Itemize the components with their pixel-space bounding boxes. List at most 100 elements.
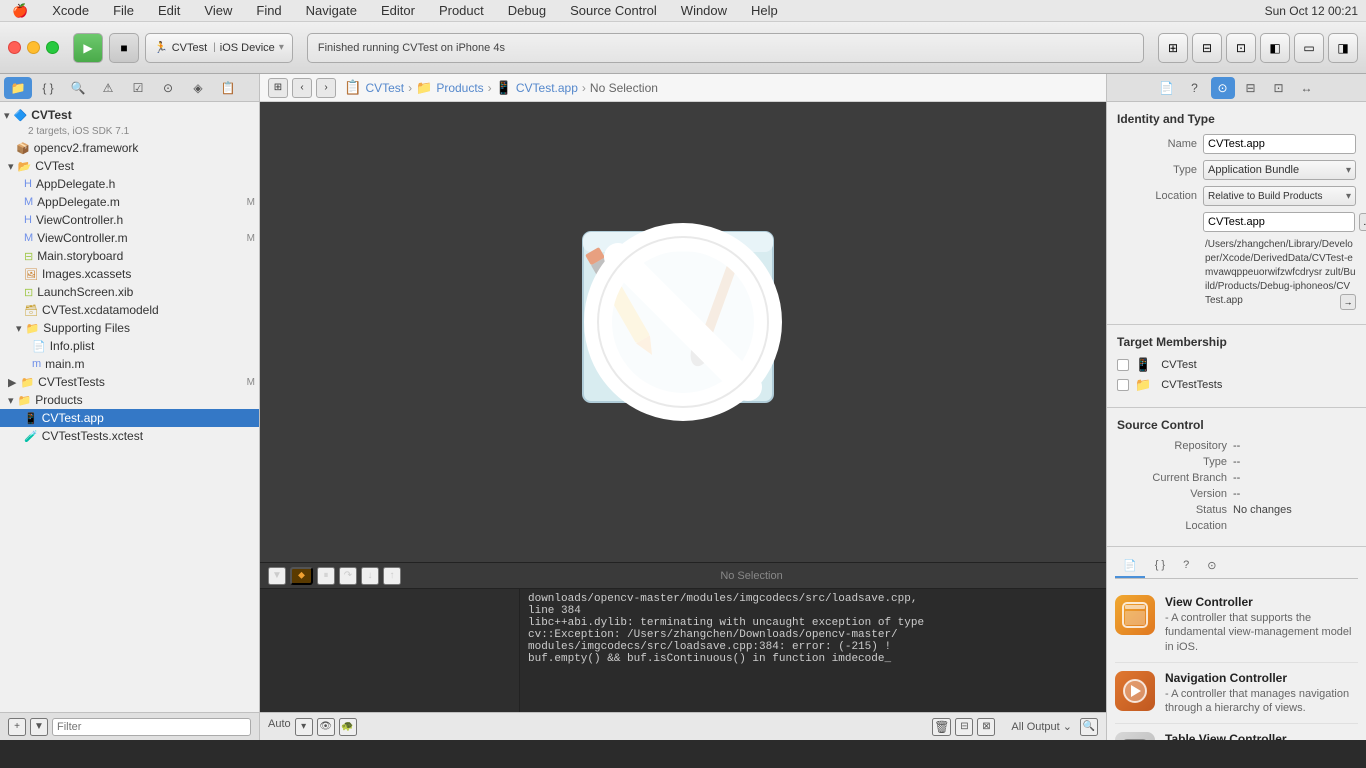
lib-tab-identity[interactable]: ⊙	[1199, 555, 1224, 578]
menu-navigate[interactable]: Navigate	[302, 1, 361, 20]
location-file-input[interactable]	[1203, 212, 1355, 232]
nav-tab-breakpoints[interactable]: ◈	[184, 77, 212, 99]
lib-tab-json[interactable]: { }	[1147, 555, 1173, 578]
type-select[interactable]: Application Bundle ▾	[1203, 160, 1356, 180]
list-item[interactable]: M ViewController.m M	[0, 229, 259, 247]
location-select[interactable]: Relative to Build Products ▾	[1203, 186, 1356, 206]
list-item[interactable]: M AppDelegate.m M	[0, 193, 259, 211]
editor-version-button[interactable]: ⊡	[1226, 33, 1256, 63]
target-cvtesttests-icon: 📁	[1135, 377, 1151, 393]
insp-tab-attributes[interactable]: ⊟	[1239, 77, 1263, 99]
debug-show-hide[interactable]: ▼	[268, 567, 286, 585]
tree-item-products[interactable]: ▾ 📁 Products	[0, 391, 259, 409]
menu-product[interactable]: Product	[435, 1, 488, 20]
nav-tab-tests[interactable]: ☑	[124, 77, 152, 99]
debug-step-out[interactable]: ↑	[383, 567, 401, 585]
project-name: CVTest	[31, 108, 259, 122]
menu-view[interactable]: View	[200, 1, 236, 20]
nav-tab-debug[interactable]: ⊙	[154, 77, 182, 99]
target-membership-section: Target Membership 📱 CVTest 📁 CVTestTests	[1107, 325, 1366, 408]
menu-file[interactable]: File	[109, 1, 138, 20]
close-button[interactable]	[8, 41, 21, 54]
auto-dropdown[interactable]: ▾	[295, 718, 313, 736]
tree-item-xctest[interactable]: 🧪 CVTestTests.xctest	[0, 427, 259, 445]
navigator-toggle[interactable]: ◧	[1260, 33, 1290, 63]
debug-step-into[interactable]: ↓	[361, 567, 379, 585]
lib-tab-file[interactable]: 📄	[1115, 555, 1145, 578]
menu-edit[interactable]: Edit	[154, 1, 184, 20]
menu-help[interactable]: Help	[747, 1, 782, 20]
tree-item-cvtest-group[interactable]: ▾ 📂 CVTest	[0, 157, 259, 175]
maximize-button[interactable]	[46, 41, 59, 54]
debug-pause-btn[interactable]: ⏸	[317, 567, 335, 585]
folder-badge: M	[247, 377, 255, 388]
tree-item-cvtesttests[interactable]: ▶ 📁 CVTestTests M	[0, 373, 259, 391]
list-item[interactable]: H ViewController.h	[0, 211, 259, 229]
lib-tab-help[interactable]: ?	[1175, 555, 1197, 578]
minimize-button[interactable]	[27, 41, 40, 54]
menu-window[interactable]: Window	[677, 1, 731, 20]
back-button[interactable]: ‹	[292, 78, 312, 98]
breadcrumb-item-2[interactable]: Products	[436, 81, 483, 95]
target-cvtesttests-checkbox[interactable]	[1117, 379, 1129, 391]
quick-look-btn[interactable]: 👁	[317, 718, 335, 736]
slow-motion-btn[interactable]: 🐢	[339, 718, 357, 736]
list-item[interactable]: 🖼 Images.xcassets	[0, 265, 259, 283]
nav-tab-find[interactable]: 🔍	[64, 77, 92, 99]
apple-menu[interactable]: 🍎	[8, 1, 32, 21]
menu-editor[interactable]: Editor	[377, 1, 419, 20]
navigator-search[interactable]	[52, 718, 251, 736]
breadcrumb-item-3[interactable]: CVTest.app	[516, 81, 578, 95]
scheme-selector[interactable]: 🏃 CVTest | iOS Device ▾	[145, 33, 293, 63]
forward-button[interactable]: ›	[316, 78, 336, 98]
tree-item-cvtest-app[interactable]: 📱 CVTest.app	[0, 409, 259, 427]
full-view-btn[interactable]: ⊠	[977, 718, 995, 736]
tree-item-supporting[interactable]: ▾ 📁 Supporting Files	[0, 319, 259, 337]
reveal-in-finder-btn[interactable]: →	[1340, 294, 1356, 310]
run-button[interactable]: ▶	[73, 33, 103, 63]
nav-controller-icon	[1115, 671, 1155, 711]
list-item[interactable]: m main.m	[0, 355, 259, 373]
filter-button[interactable]: ▼	[30, 718, 48, 736]
status-text: Finished running CVTest on iPhone 4s	[318, 42, 505, 54]
stop-button[interactable]: ■	[109, 33, 139, 63]
tree-item-project[interactable]: ▾ 🔷 CVTest	[0, 106, 259, 124]
menu-xcode[interactable]: Xcode	[48, 1, 93, 20]
tree-item-opencv[interactable]: 📦 opencv2.framework	[0, 139, 259, 157]
breadcrumb-item-1[interactable]: CVTest	[365, 81, 404, 95]
insp-tab-file[interactable]: 📄	[1155, 77, 1179, 99]
list-item[interactable]: ⊡ LaunchScreen.xib	[0, 283, 259, 301]
nav-tab-issues[interactable]: ⚠	[94, 77, 122, 99]
add-file-button[interactable]: +	[8, 718, 26, 736]
insp-tab-size[interactable]: ⊡	[1267, 77, 1291, 99]
location-browse-btn[interactable]: …	[1359, 213, 1366, 231]
nav-tab-log[interactable]: 📋	[214, 77, 242, 99]
list-item[interactable]: 📄 Info.plist	[0, 337, 259, 355]
menu-debug[interactable]: Debug	[504, 1, 550, 20]
nav-tab-symbols[interactable]: { }	[34, 77, 62, 99]
target-cvtest-checkbox[interactable]	[1117, 359, 1129, 371]
name-input[interactable]	[1203, 134, 1356, 154]
filter-console-btn[interactable]: 🔍	[1080, 718, 1098, 736]
insp-tab-identity[interactable]: ⊙	[1211, 77, 1235, 99]
full-path-value: /Users/zhangchen/Library/Developer/Xcode…	[1205, 238, 1356, 308]
debug-breakpoint-btn[interactable]: ⬥	[290, 567, 313, 585]
inspector-toggle[interactable]: ◨	[1328, 33, 1358, 63]
debug-toggle[interactable]: ▭	[1294, 33, 1324, 63]
debug-step-over[interactable]: ↷	[339, 567, 357, 585]
nav-tab-files[interactable]: 📁	[4, 77, 32, 99]
list-item[interactable]: ⊟ Main.storyboard	[0, 247, 259, 265]
split-view-btn[interactable]: ⊟	[955, 718, 973, 736]
menu-source-control[interactable]: Source Control	[566, 1, 661, 20]
editor-assistant-button[interactable]: ⊟	[1192, 33, 1222, 63]
folder-icon: 📁	[26, 322, 40, 335]
editor-standard-button[interactable]: ⊞	[1158, 33, 1188, 63]
list-item[interactable]: H AppDelegate.h	[0, 175, 259, 193]
grid-view-button[interactable]: ⊞	[268, 78, 288, 98]
clear-console-btn[interactable]: 🗑	[932, 718, 951, 736]
list-item[interactable]: 🗃 CVTest.xcdatamodeld	[0, 301, 259, 319]
menu-find[interactable]: Find	[252, 1, 285, 20]
insp-tab-connections[interactable]: ↔	[1295, 77, 1319, 99]
insp-tab-quick-help[interactable]: ?	[1183, 77, 1207, 99]
folder-icon: 📁	[20, 376, 34, 389]
